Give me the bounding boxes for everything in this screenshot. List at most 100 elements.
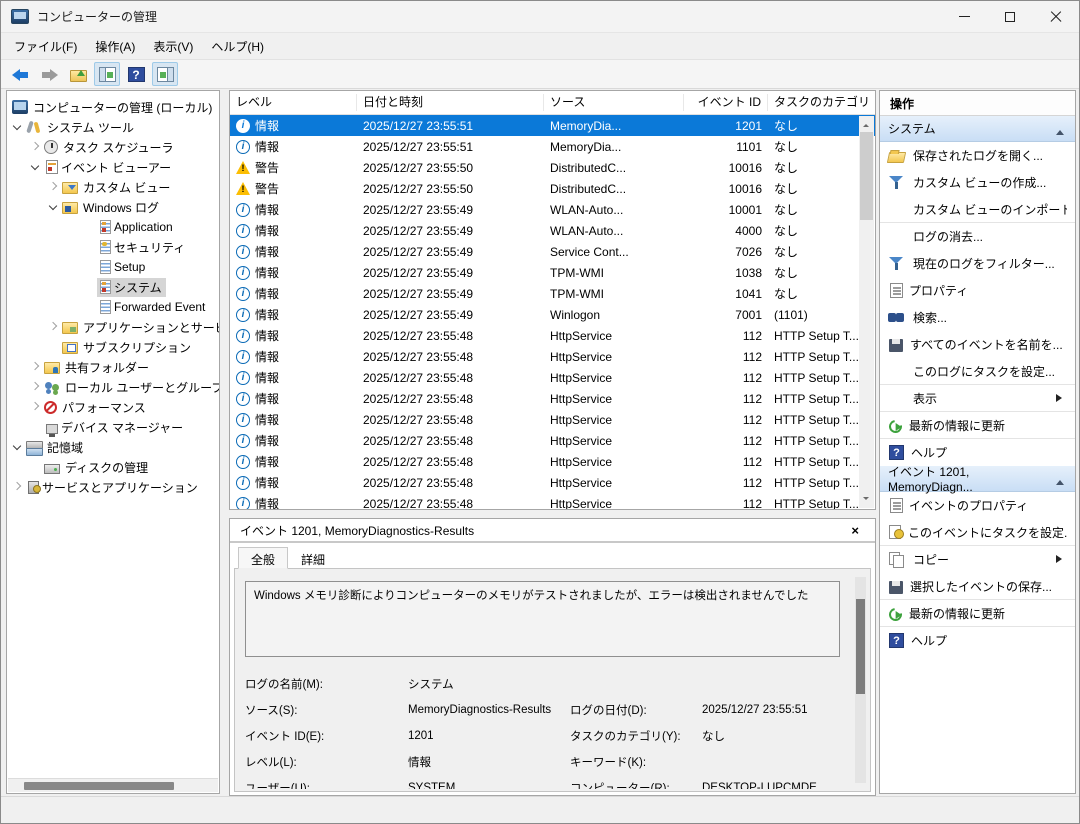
actions-section-event-header[interactable]: イベント 1201, MemoryDiagn... — [880, 466, 1075, 492]
actions-section-system-header[interactable]: システム — [880, 116, 1075, 142]
event-row[interactable]: 情報 2025/12/27 23:55:48 HttpService 112 H… — [230, 472, 875, 493]
maximize-button[interactable] — [987, 1, 1033, 32]
action-item[interactable]: 表示 — [880, 385, 1075, 412]
tree-item[interactable]: カスタム ビュー — [7, 177, 219, 197]
column-header-source[interactable]: ソース — [544, 94, 684, 111]
tree-item[interactable]: システム — [7, 277, 219, 297]
tree-item[interactable]: ディスクの管理 — [7, 457, 219, 477]
event-row[interactable]: 情報 2025/12/27 23:55:49 Winlogon 7001 (11… — [230, 304, 875, 325]
event-row[interactable]: 警告 2025/12/27 23:55:50 DistributedC... 1… — [230, 178, 875, 199]
expand-collapse-chevron-icon[interactable] — [29, 400, 43, 414]
event-list-scrollbar-thumb[interactable] — [860, 132, 873, 220]
expand-collapse-chevron-icon[interactable] — [29, 140, 43, 154]
action-item[interactable]: すべてのイベントを名前を... — [880, 331, 1075, 358]
action-item[interactable]: イベントのプロパティ — [880, 492, 1075, 519]
tree-scrollbar-thumb[interactable] — [24, 782, 174, 790]
toolbar-button[interactable] — [36, 62, 62, 86]
toolbar-button[interactable] — [123, 62, 149, 86]
menu-item[interactable]: ヘルプ(H) — [202, 34, 273, 59]
expand-collapse-chevron-icon[interactable] — [47, 340, 61, 354]
tree-item[interactable]: Windows ログ — [7, 197, 219, 217]
action-item[interactable]: カスタム ビューのインポート... — [880, 196, 1075, 223]
minimize-button[interactable] — [941, 1, 987, 32]
action-item[interactable]: このイベントにタスクを設定... — [880, 519, 1075, 546]
expand-collapse-chevron-icon[interactable] — [47, 180, 61, 194]
scroll-down-arrow-icon[interactable] — [859, 493, 874, 508]
expand-collapse-chevron-icon[interactable] — [11, 480, 25, 494]
expand-collapse-chevron-icon[interactable] — [83, 240, 97, 254]
action-item[interactable]: 現在のログをフィルター... — [880, 250, 1075, 277]
event-list-vertical-scrollbar[interactable] — [859, 116, 874, 508]
toolbar-button[interactable] — [7, 62, 33, 86]
event-row[interactable]: 情報 2025/12/27 23:55:49 WLAN-Auto... 1000… — [230, 199, 875, 220]
expand-collapse-chevron-icon[interactable] — [47, 320, 61, 334]
expand-collapse-chevron-icon[interactable] — [29, 420, 43, 434]
column-header-category[interactable]: タスクのカテゴリ — [768, 94, 875, 111]
tree-item[interactable]: コンピューターの管理 (ローカル) — [7, 97, 219, 117]
column-header-event-id[interactable]: イベント ID — [684, 94, 768, 111]
action-item[interactable]: コピー — [880, 546, 1075, 573]
toolbar-button[interactable] — [65, 62, 91, 86]
tree-item[interactable]: サービスとアプリケーション — [7, 477, 219, 497]
tree-item[interactable]: パフォーマンス — [7, 397, 219, 417]
event-row[interactable]: 情報 2025/12/27 23:55:48 HttpService 112 H… — [230, 409, 875, 430]
expand-collapse-chevron-icon[interactable] — [29, 160, 43, 174]
tree-item[interactable]: Application — [7, 217, 219, 237]
detail-close-icon[interactable]: × — [845, 523, 865, 538]
action-item[interactable]: 保存されたログを開く... — [880, 142, 1075, 169]
expand-collapse-chevron-icon[interactable] — [29, 360, 43, 374]
event-row[interactable]: 警告 2025/12/27 23:55:50 DistributedC... 1… — [230, 157, 875, 178]
collapse-chevron-up-icon[interactable] — [1053, 472, 1067, 486]
expand-collapse-chevron-icon[interactable] — [29, 380, 43, 394]
event-row[interactable]: 情報 2025/12/27 23:55:48 HttpService 112 H… — [230, 367, 875, 388]
tree-item[interactable]: Forwarded Event — [7, 297, 219, 317]
expand-collapse-chevron-icon[interactable] — [83, 280, 97, 294]
action-item[interactable]: ヘルプ — [880, 439, 1075, 466]
tree-horizontal-scrollbar[interactable] — [8, 778, 218, 792]
expand-collapse-chevron-icon[interactable] — [83, 260, 97, 274]
action-item[interactable]: カスタム ビューの作成... — [880, 169, 1075, 196]
collapse-chevron-up-icon[interactable] — [1053, 122, 1067, 136]
menu-item[interactable]: 表示(V) — [144, 34, 202, 59]
column-header-level[interactable]: レベル — [230, 94, 357, 111]
event-row[interactable]: 情報 2025/12/27 23:55:48 HttpService 112 H… — [230, 325, 875, 346]
tree-item[interactable]: 記憶域 — [7, 437, 219, 457]
detail-tab[interactable]: 詳細 — [288, 547, 338, 569]
toolbar-button[interactable] — [94, 62, 120, 86]
event-row[interactable]: 情報 2025/12/27 23:55:49 TPM-WMI 1038 なし — [230, 262, 875, 283]
expand-collapse-chevron-icon[interactable] — [83, 300, 97, 314]
event-row[interactable]: 情報 2025/12/27 23:55:48 HttpService 112 H… — [230, 451, 875, 472]
action-item[interactable]: ヘルプ — [880, 627, 1075, 654]
action-item[interactable]: このログにタスクを設定... — [880, 358, 1075, 385]
event-row[interactable]: 情報 2025/12/27 23:55:49 TPM-WMI 1041 なし — [230, 283, 875, 304]
expand-collapse-chevron-icon[interactable] — [11, 120, 25, 134]
action-item[interactable]: 最新の情報に更新 — [880, 412, 1075, 439]
tree-item[interactable]: システム ツール — [7, 117, 219, 137]
tree-item[interactable]: タスク スケジューラ — [7, 137, 219, 157]
expand-collapse-chevron-icon[interactable] — [47, 200, 61, 214]
tree-item[interactable]: イベント ビューアー — [7, 157, 219, 177]
column-header-date[interactable]: 日付と時刻 — [357, 94, 544, 111]
menu-item[interactable]: 操作(A) — [86, 34, 144, 59]
tree-item[interactable]: サブスクリプション — [7, 337, 219, 357]
detail-vertical-scrollbar[interactable] — [855, 577, 866, 783]
expand-collapse-chevron-icon[interactable] — [29, 460, 43, 474]
tree-item[interactable]: 共有フォルダー — [7, 357, 219, 377]
event-row[interactable]: 情報 2025/12/27 23:55:48 HttpService 112 H… — [230, 430, 875, 451]
tree-item[interactable]: ローカル ユーザーとグループ — [7, 377, 219, 397]
action-item[interactable]: 最新の情報に更新 — [880, 600, 1075, 627]
event-row[interactable]: 情報 2025/12/27 23:55:48 HttpService 112 H… — [230, 493, 875, 510]
action-item[interactable]: ログの消去... — [880, 223, 1075, 250]
tree-item[interactable]: セキュリティ — [7, 237, 219, 257]
event-row[interactable]: 情報 2025/12/27 23:55:48 HttpService 112 H… — [230, 388, 875, 409]
toolbar-button[interactable] — [152, 62, 178, 86]
detail-tab[interactable]: 全般 — [238, 547, 288, 569]
detail-scrollbar-thumb[interactable] — [856, 599, 865, 694]
event-row[interactable]: 情報 2025/12/27 23:55:51 MemoryDia... 1201… — [230, 115, 875, 136]
tree-item[interactable]: アプリケーションとサービス — [7, 317, 219, 337]
event-row[interactable]: 情報 2025/12/27 23:55:49 Service Cont... 7… — [230, 241, 875, 262]
action-item[interactable]: 選択したイベントの保存... — [880, 573, 1075, 600]
menu-item[interactable]: ファイル(F) — [5, 34, 86, 59]
action-item[interactable]: プロパティ — [880, 277, 1075, 304]
expand-collapse-chevron-icon[interactable] — [83, 220, 97, 234]
